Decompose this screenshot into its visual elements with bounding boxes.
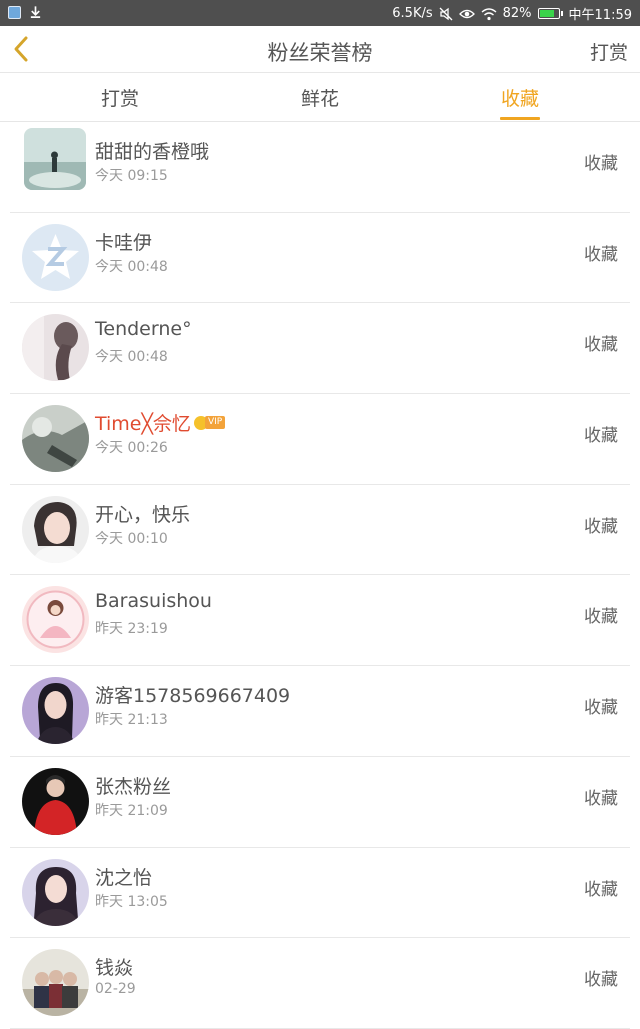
fan-time: 今天 09:15 — [95, 168, 168, 184]
fan-time: 今天 00:10 — [95, 530, 168, 547]
avatar — [22, 949, 89, 1017]
vip-label: VIP — [204, 416, 226, 430]
tab-active-indicator — [500, 117, 540, 120]
fan-name: Tenderne° — [95, 318, 192, 341]
vip-badge: VIP — [193, 415, 226, 430]
list-item[interactable]: 张杰粉丝 昨天 21:09 收藏 — [0, 757, 640, 848]
wifi-icon — [481, 7, 497, 20]
page-title: 粉丝荣誉榜 — [267, 41, 373, 65]
network-speed: 6.5K/s — [392, 6, 433, 21]
favorite-label: 收藏 — [584, 154, 618, 174]
fan-name: 游客1578569667409 — [95, 685, 291, 708]
avatar — [22, 314, 89, 382]
battery-percent: 82% — [502, 6, 532, 21]
avatar — [22, 405, 89, 473]
fan-name: 甜甜的香橙哦 — [95, 141, 210, 163]
tab-bar: 打赏 鲜花 收藏 — [0, 73, 640, 122]
battery-icon — [537, 8, 563, 19]
header-bar: 粉丝荣誉榜 打赏 — [0, 26, 640, 73]
tab-favorites[interactable]: 收藏 — [460, 73, 580, 121]
fan-time: 昨天 21:13 — [95, 712, 168, 729]
app-icon — [8, 5, 21, 19]
favorite-label: 收藏 — [584, 698, 618, 719]
list-item[interactable]: 卡哇伊 今天 00:48 收藏 — [0, 213, 640, 304]
favorite-label: 收藏 — [584, 970, 618, 991]
status-bar: 6.5K/s 82% 中午11:59 — [0, 0, 640, 26]
download-icon — [30, 6, 41, 18]
fan-time: 今天 00:48 — [95, 258, 168, 275]
list-item[interactable]: 开心，快乐 今天 00:10 收藏 — [0, 485, 640, 576]
avatar — [22, 677, 89, 745]
list-item[interactable]: 钱焱 02-29 收藏 — [0, 938, 640, 1029]
list-item[interactable]: 甜甜的香橙哦 今天 09:15 收藏 — [0, 122, 640, 213]
favorite-label: 收藏 — [584, 607, 618, 628]
avatar — [22, 495, 89, 563]
fan-name: 钱焱 — [95, 957, 134, 980]
fan-time: 昨天 13:05 — [95, 893, 168, 910]
favorite-label: 收藏 — [584, 426, 618, 447]
mute-icon — [439, 7, 453, 20]
tip-button[interactable]: 打赏 — [590, 38, 628, 65]
list-item[interactable]: Barasuishou 昨天 23:19 收藏 — [0, 575, 640, 667]
favorite-label: 收藏 — [584, 244, 618, 265]
avatar — [22, 858, 89, 926]
fan-name: 沈之怡 — [95, 866, 153, 889]
favorite-label: 收藏 — [584, 516, 618, 537]
fan-time: 今天 00:48 — [95, 349, 168, 366]
tab-flowers[interactable]: 鲜花 — [260, 73, 380, 121]
list-item[interactable]: 游客1578569667409 昨天 21:13 收藏 — [0, 666, 640, 757]
list-item[interactable]: 沈之怡 昨天 13:05 收藏 — [0, 848, 640, 939]
fan-time: 02-29 — [95, 981, 136, 998]
fan-name: Barasuishou — [95, 590, 212, 613]
favorite-label: 收藏 — [584, 788, 618, 809]
fan-time: 今天 00:26 — [95, 440, 168, 457]
eye-icon — [458, 9, 475, 18]
fan-name: 卡哇伊 — [95, 231, 153, 254]
list-item[interactable]: Time╳佘忆 VIP 今天 00:26 收藏 — [0, 394, 640, 485]
clock: 中午11:59 — [568, 8, 632, 23]
fan-time: 昨天 23:19 — [95, 621, 168, 638]
avatar — [22, 767, 89, 835]
favorite-label: 收藏 — [584, 879, 618, 900]
favorite-label: 收藏 — [584, 335, 618, 356]
avatar — [22, 223, 89, 291]
fan-name: 开心，快乐 — [95, 503, 191, 526]
fan-list: 甜甜的香橙哦 今天 09:15 收藏 卡哇伊 今天 00:48 收藏 Tende… — [0, 122, 640, 1029]
avatar — [22, 586, 89, 654]
avatar — [24, 128, 86, 190]
tab-tip[interactable]: 打赏 — [60, 73, 180, 121]
list-item[interactable]: Tenderne° 今天 00:48 收藏 — [0, 303, 640, 395]
fan-name: 张杰粉丝 — [95, 775, 172, 798]
fan-time: 昨天 21:09 — [95, 802, 168, 819]
fan-name: Time╳佘忆 VIP — [95, 409, 226, 436]
